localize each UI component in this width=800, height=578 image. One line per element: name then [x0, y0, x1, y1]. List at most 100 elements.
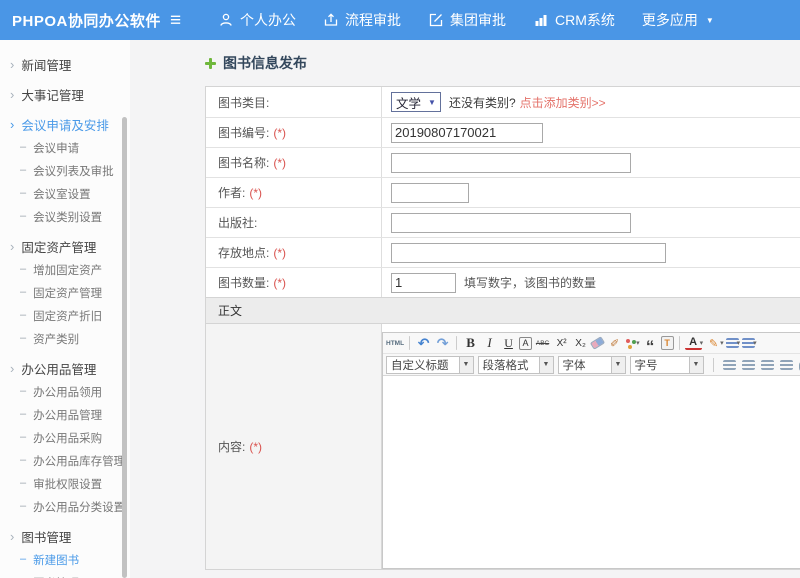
- nav-group-approval[interactable]: 集团审批: [428, 10, 506, 30]
- nav-flow-approval[interactable]: 流程审批: [323, 10, 401, 30]
- editor-content-area[interactable]: [383, 376, 800, 566]
- html-source-icon[interactable]: HTML: [386, 335, 404, 352]
- undo-icon[interactable]: ↶: [415, 335, 432, 352]
- align-right-icon[interactable]: [761, 360, 774, 370]
- nav-crm-system[interactable]: CRM系统: [533, 10, 615, 30]
- form-row-publisher: 出版社:: [206, 207, 800, 237]
- sidebar-item-supplies-inventory[interactable]: – 办公用品库存管理: [0, 449, 130, 472]
- font-size-select[interactable]: 字号 ▼: [630, 356, 704, 374]
- sidebar-item-meeting-room-settings[interactable]: – 会议室设置: [0, 182, 130, 205]
- sidebar-scrollbar-thumb[interactable]: [122, 117, 127, 578]
- sidebar-section-office-supplies[interactable]: › 办公用品管理: [0, 357, 130, 380]
- blockquote-icon[interactable]: “: [642, 335, 659, 352]
- nav-personal-office[interactable]: 个人办公: [218, 10, 296, 30]
- hamburger-menu-icon[interactable]: ≡: [170, 11, 192, 30]
- select-caret-icon[interactable]: ▼: [689, 357, 703, 373]
- sidebar-item-label: 办公用品管理: [33, 407, 102, 423]
- dropdown-caret-icon[interactable]: ▾: [700, 339, 704, 347]
- select-caret-icon[interactable]: ▼: [611, 357, 625, 373]
- font-family-select[interactable]: 字体 ▼: [558, 356, 626, 374]
- add-category-link[interactable]: 点击添加类别>>: [520, 94, 606, 111]
- strikethrough-icon[interactable]: ABC: [534, 335, 551, 352]
- dropdown-caret-icon[interactable]: ▾: [720, 339, 724, 347]
- select-caret-icon[interactable]: ▼: [459, 357, 473, 373]
- sidebar-item-marker-icon: –: [20, 310, 26, 321]
- nav-more-apps[interactable]: 更多应用 ▼: [642, 10, 714, 30]
- superscript-icon[interactable]: X²: [553, 335, 570, 352]
- sidebar-item-asset-category[interactable]: – 资产类别: [0, 327, 130, 350]
- sidebar-item-supplies-purchase[interactable]: – 办公用品采购: [0, 426, 130, 449]
- sidebar-item-supplies-claim[interactable]: – 办公用品领用: [0, 380, 130, 403]
- sidebar-item-label: 会议申请: [33, 140, 79, 156]
- char-border-icon[interactable]: A: [519, 337, 532, 350]
- sidebar-item-approval-permission[interactable]: – 审批权限设置: [0, 472, 130, 495]
- author-input[interactable]: [391, 183, 469, 203]
- sidebar-item-marker-icon: ›: [10, 118, 14, 131]
- dropdown-caret-icon[interactable]: ▾: [753, 339, 757, 347]
- toolbar-separator: [409, 336, 410, 350]
- custom-title-select[interactable]: 自定义标题 ▼: [386, 356, 474, 374]
- underline-icon[interactable]: U: [500, 335, 517, 352]
- subscript-icon[interactable]: X₂: [572, 335, 589, 352]
- book-number-input[interactable]: [391, 123, 543, 143]
- flow-approval-icon: [323, 12, 339, 28]
- italic-icon[interactable]: I: [481, 335, 498, 352]
- bold-icon[interactable]: B: [462, 335, 479, 352]
- book-category-select[interactable]: 文学 ▼: [391, 92, 441, 112]
- toolbar-separator: [456, 336, 457, 350]
- sidebar-item-supplies-classification[interactable]: – 办公用品分类设置: [0, 495, 130, 518]
- sidebar-section-book-mgmt[interactable]: › 图书管理: [0, 525, 130, 548]
- align-justify-icon[interactable]: [780, 360, 793, 370]
- sidebar-section-news-mgmt[interactable]: › 新闻管理: [0, 53, 130, 76]
- book-form-table: 图书类目: 文学 ▼ 还没有类别? 点击添加类别>> 图书编号: (*): [205, 86, 800, 570]
- sidebar-item-meeting-apply[interactable]: – 会议申请: [0, 136, 130, 159]
- sidebar-item-fixed-asset-depreciation[interactable]: – 固定资产折旧: [0, 304, 130, 327]
- sidebar-item-add-fixed-asset[interactable]: – 增加固定资产: [0, 258, 130, 281]
- dropdown-caret-icon[interactable]: ▾: [737, 339, 741, 347]
- main-content: 图书信息发布 图书类目: 文学 ▼ 还没有类别? 点击添加类别>>: [130, 40, 800, 578]
- app-logo: PHPOA协同办公软件: [0, 10, 170, 31]
- sidebar-item-meeting-list-approval[interactable]: – 会议列表及审批: [0, 159, 130, 182]
- toolbar-separator: [679, 336, 680, 350]
- sidebar-item-label: 新闻管理: [21, 55, 71, 74]
- sidebar-section-meeting[interactable]: › 会议申请及安排: [0, 113, 130, 136]
- sidebar-section-fixed-assets[interactable]: › 固定资产管理: [0, 235, 130, 258]
- quantity-input[interactable]: [391, 273, 456, 293]
- sidebar-item-label: 办公用品采购: [33, 430, 102, 446]
- book-name-input[interactable]: [391, 153, 631, 173]
- select-label: 段落格式: [479, 357, 539, 373]
- sidebar-item-label: 会议列表及审批: [33, 163, 114, 179]
- sidebar-item-marker-icon: –: [20, 188, 26, 199]
- sidebar-item-label: 图书管理: [21, 527, 71, 546]
- auto-typeset-icon[interactable]: [625, 337, 638, 349]
- align-center-icon[interactable]: [742, 360, 755, 370]
- sidebar-item-new-book[interactable]: – 新建图书: [0, 548, 130, 571]
- sidebar-section-memorabilia-mgmt[interactable]: › 大事记管理: [0, 83, 130, 106]
- redo-icon[interactable]: ↷: [434, 335, 451, 352]
- sidebar-item-fixed-asset-mgmt[interactable]: – 固定资产管理: [0, 281, 130, 304]
- sidebar-item-book-mgmt[interactable]: – 图书管理: [0, 571, 130, 578]
- publisher-input[interactable]: [391, 213, 631, 233]
- field-label: 存放地点:: [218, 244, 269, 261]
- select-caret-icon[interactable]: ▼: [539, 357, 553, 373]
- location-input[interactable]: [391, 243, 666, 263]
- required-mark: (*): [273, 156, 286, 170]
- sidebar-item-marker-icon: –: [20, 386, 26, 397]
- sidebar-item-supplies-mgmt[interactable]: – 办公用品管理: [0, 403, 130, 426]
- sidebar-item-meeting-category-settings[interactable]: – 会议类别设置: [0, 205, 130, 228]
- form-row-book-name: 图书名称: (*): [206, 147, 800, 177]
- paragraph-format-select[interactable]: 段落格式 ▼: [478, 356, 554, 374]
- remove-format-icon[interactable]: [590, 336, 605, 350]
- paste-text-icon[interactable]: T: [661, 336, 674, 350]
- sidebar-item-marker-icon: ›: [10, 58, 14, 71]
- sidebar-item-label: 固定资产管理: [21, 237, 96, 256]
- sidebar-item-label: 办公用品管理: [21, 359, 96, 378]
- form-row-category: 图书类目: 文学 ▼ 还没有类别? 点击添加类别>>: [206, 87, 800, 117]
- sidebar-item-marker-icon: –: [20, 165, 26, 176]
- sidebar-item-label: 办公用品库存管理: [33, 453, 125, 469]
- format-brush-icon[interactable]: ✐: [606, 335, 623, 352]
- select-label: 字体: [559, 357, 611, 373]
- user-icon: [218, 12, 234, 28]
- sidebar-item-label: 会议申请及安排: [21, 115, 109, 134]
- align-left-icon[interactable]: [723, 360, 736, 370]
